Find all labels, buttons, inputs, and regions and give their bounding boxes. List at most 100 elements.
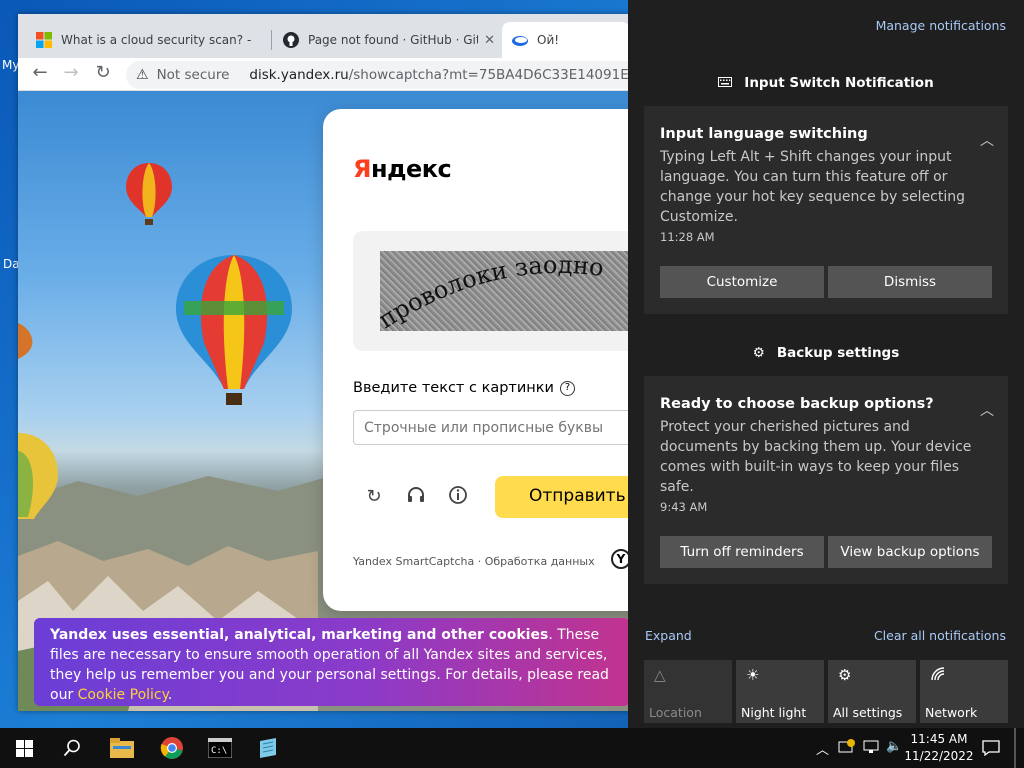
show-desktop-button[interactable] xyxy=(1014,728,1016,768)
action-center: Manage notifications Input Switch Notifi… xyxy=(628,0,1024,728)
help-icon[interactable]: ? xyxy=(559,380,575,396)
balloon-illustration xyxy=(18,323,33,359)
tab-yandex[interactable]: Ой! xyxy=(502,22,630,58)
captcha-image: проволоки заодно xyxy=(380,251,630,331)
gear-icon: ⚙ xyxy=(752,345,765,361)
windows-logo-icon xyxy=(15,739,33,757)
captcha-prompt-text: Введите текст с картинки xyxy=(353,380,554,396)
notification-time: 9:43 AM xyxy=(660,500,708,514)
keyboard-icon xyxy=(718,75,733,91)
logo-text: ндекс xyxy=(370,155,452,183)
cookie-text-end: . xyxy=(167,687,173,703)
gear-icon: ⚙ xyxy=(838,666,852,684)
microsoft-logo-icon xyxy=(36,32,52,48)
back-icon[interactable]: ← xyxy=(28,62,52,83)
manage-notifications-link[interactable]: Manage notifications xyxy=(876,18,1006,33)
tab-separator xyxy=(271,30,272,50)
svg-text:C:\: C:\ xyxy=(211,746,227,756)
security-status[interactable]: Not secure xyxy=(157,67,230,83)
group-title: Input Switch Notification xyxy=(744,75,934,91)
notepad-icon[interactable] xyxy=(244,728,292,768)
browser-toolbar: ← → ↻ ⚠ Not secure disk.yandex.ru/showca… xyxy=(18,58,630,91)
network-tray-icon[interactable] xyxy=(862,739,880,759)
night-light-icon: ☀ xyxy=(746,666,760,684)
quick-action-label: Night light xyxy=(741,705,807,720)
search-icon[interactable] xyxy=(48,728,96,768)
clock-time: 11:45 AM xyxy=(910,732,968,746)
file-explorer-icon[interactable] xyxy=(98,728,146,768)
reload-icon[interactable]: ↻ xyxy=(91,62,115,83)
chrome-icon[interactable] xyxy=(148,728,196,768)
refresh-icon[interactable]: ↻ xyxy=(362,485,386,509)
start-button[interactable] xyxy=(0,728,48,768)
yandex-disk-icon xyxy=(512,32,528,48)
location-icon: △ xyxy=(654,666,666,684)
forward-icon[interactable]: → xyxy=(59,62,83,83)
tab-github[interactable]: Page not found · GitHub · GitHub ✕ xyxy=(273,22,503,58)
security-alert-icon[interactable] xyxy=(838,739,856,759)
view-backup-options-button[interactable]: View backup options xyxy=(828,536,992,568)
volume-icon[interactable]: 🔈 xyxy=(886,739,902,754)
customize-button[interactable]: Customize xyxy=(660,266,824,298)
collapse-icon[interactable]: ︿ xyxy=(980,400,994,420)
notification-card[interactable]: Ready to choose backup options? ︿ Protec… xyxy=(644,376,1008,584)
chevron-up-icon[interactable]: ︿ xyxy=(816,739,829,758)
tab-cloud-security[interactable]: What is a cloud security scan? - M xyxy=(26,22,266,58)
submit-button[interactable]: Отправить xyxy=(495,476,630,518)
collapse-icon[interactable]: ︿ xyxy=(980,130,994,150)
captcha-text: проволоки заодно xyxy=(380,251,605,331)
url-text[interactable]: disk.yandex.ru/showcaptcha?mt=75BA4D6C33… xyxy=(249,67,630,83)
tab-title: Ой! xyxy=(537,33,560,47)
balloon-illustration xyxy=(18,433,58,519)
address-bar[interactable]: ⚠ Not secure disk.yandex.ru/showcaptcha?… xyxy=(126,61,630,89)
notification-card[interactable]: Input language switching ︿ Typing Left A… xyxy=(644,106,1008,314)
close-tab-icon[interactable]: ✕ xyxy=(484,33,495,48)
taskbar: C:\ ︿ 🔈 11:45 AM 11/22/2022 xyxy=(0,728,1024,768)
warning-icon[interactable]: ⚠ xyxy=(136,67,149,83)
yandex-logo[interactable]: Яндекс xyxy=(353,155,452,183)
notification-group-header: Input Switch Notification xyxy=(628,75,1024,91)
quick-action-label: Network xyxy=(925,705,978,720)
dismiss-button[interactable]: Dismiss xyxy=(828,266,992,298)
captcha-input[interactable] xyxy=(353,410,630,445)
quick-action-network[interactable]: Network xyxy=(920,660,1008,723)
headphones-icon[interactable] xyxy=(404,485,428,509)
clear-all-notifications-link[interactable]: Clear all notifications xyxy=(874,628,1006,643)
info-icon[interactable] xyxy=(446,485,470,509)
quick-action-all-settings[interactable]: ⚙ All settings xyxy=(828,660,916,723)
captcha-card: Яндекс проволоки заодно Введите текст с … xyxy=(323,109,630,611)
quick-action-location[interactable]: △ Location xyxy=(644,660,732,723)
cookie-policy-link[interactable]: Cookie Policy xyxy=(78,687,168,703)
command-prompt-icon[interactable]: C:\ xyxy=(196,728,244,768)
quick-action-label: All settings xyxy=(833,705,903,720)
turn-off-reminders-button[interactable]: Turn off reminders xyxy=(660,536,824,568)
logo-letter: Я xyxy=(353,155,371,183)
notification-title: Ready to choose backup options? xyxy=(660,396,934,412)
cookie-bold-text: Yandex uses essential, analytical, marke… xyxy=(50,627,549,643)
notification-time: 11:28 AM xyxy=(660,230,715,244)
notification-body: Typing Left Alt + Shift changes your inp… xyxy=(660,149,966,225)
cookie-banner: Yandex uses essential, analytical, marke… xyxy=(34,618,630,706)
captcha-image-container: проволоки заодно xyxy=(353,231,630,351)
group-title: Backup settings xyxy=(776,345,900,361)
quick-action-label: Location xyxy=(649,705,702,720)
url-host: disk.yandex.ru xyxy=(249,67,349,83)
captcha-footer[interactable]: Yandex SmartCaptcha · Обработка данных xyxy=(353,555,595,568)
notification-body: Protect your cherished pictures and docu… xyxy=(660,419,972,495)
clock-date: 11/22/2022 xyxy=(904,749,974,763)
notification-group-header: ⚙ Backup settings xyxy=(628,345,1024,361)
captcha-prompt: Введите текст с картинки? xyxy=(353,380,575,396)
balloon-illustration xyxy=(176,255,292,405)
clock[interactable]: 11:45 AM 11/22/2022 xyxy=(904,731,974,765)
balloon-illustration xyxy=(126,163,172,225)
expand-link[interactable]: Expand xyxy=(645,628,692,643)
quick-action-night-light[interactable]: ☀ Night light xyxy=(736,660,824,723)
tab-title: What is a cloud security scan? - M xyxy=(61,33,251,47)
browser-window: What is a cloud security scan? - M Page … xyxy=(18,14,630,711)
page-content: Яндекс проволоки заодно Введите текст с … xyxy=(18,91,630,711)
github-icon xyxy=(283,32,299,48)
desktop-icon-label[interactable]: My xyxy=(2,58,19,72)
network-icon xyxy=(930,666,946,686)
tab-strip: What is a cloud security scan? - M Page … xyxy=(18,14,630,58)
action-center-icon[interactable] xyxy=(976,728,1006,768)
